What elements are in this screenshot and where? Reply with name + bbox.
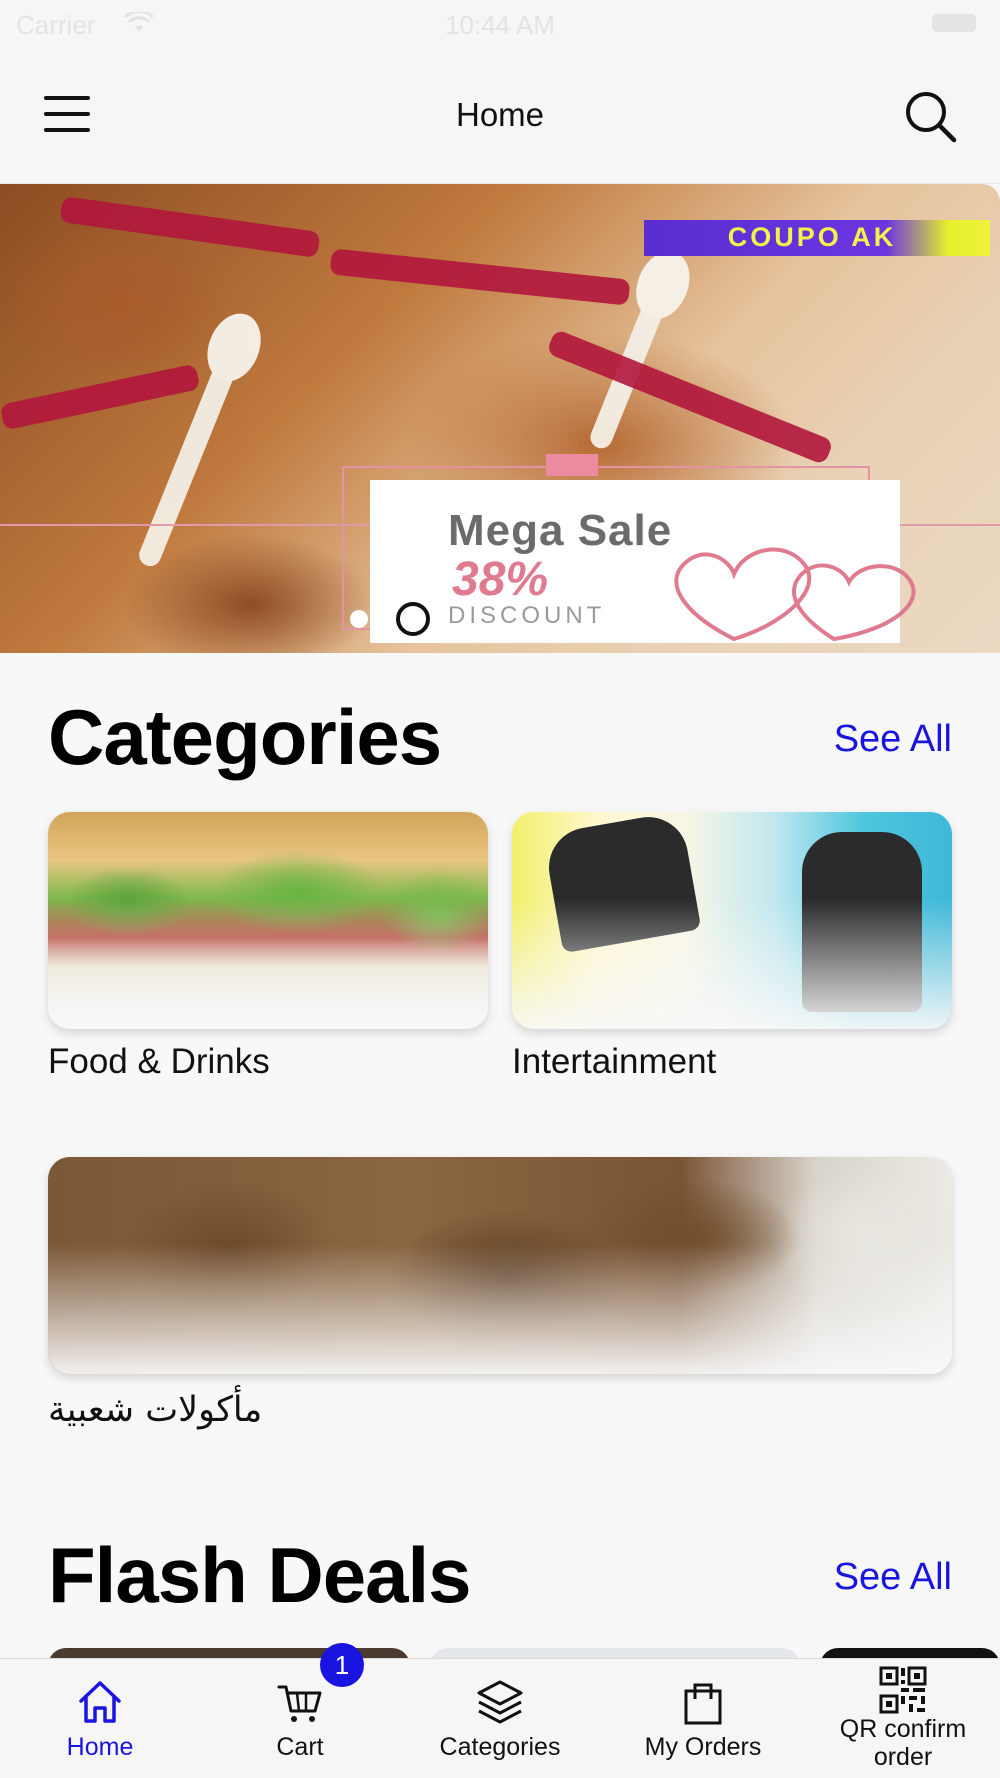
page-title: Home	[455, 96, 545, 133]
search-icon[interactable]	[902, 88, 960, 146]
sale-tab-decoration	[546, 454, 598, 476]
tab-qr-confirm-order[interactable]: QR confirm order	[806, 1659, 1000, 1778]
ribbon-graphic	[546, 328, 834, 466]
tab-label: My Orders	[644, 1733, 762, 1761]
category-label: Food & Drinks	[48, 1042, 270, 1081]
layers-icon	[477, 1680, 523, 1724]
ribbon-graphic	[0, 363, 201, 431]
shopping-bag-icon	[684, 1683, 722, 1725]
card-fade-overlay	[48, 898, 488, 1029]
tab-home[interactable]: Home	[0, 1659, 200, 1778]
qr-code-icon	[879, 1666, 927, 1714]
categories-see-all-link[interactable]: See All	[834, 718, 952, 761]
tab-categories[interactable]: Categories	[400, 1659, 600, 1778]
categories-title: Categories	[48, 693, 442, 781]
sale-discount-percent: 38%	[452, 553, 549, 606]
promo-banner[interactable]: COUPO AK Mega Sale 38% DISCOUNT	[0, 184, 1000, 653]
nav-bar: Home	[0, 50, 1000, 184]
tab-label: Categories	[439, 1733, 561, 1761]
ribbon-graphic	[59, 196, 321, 258]
home-screen: Carrier 10:44 AM Home COUPO AK Mega Sale…	[0, 0, 1000, 1778]
cart-badge: 1	[320, 1643, 364, 1687]
bottom-tab-bar: Home 1 Cart Categories My Orders QR conf…	[0, 1643, 1000, 1778]
ribbon-graphic	[329, 248, 631, 306]
carousel-dot[interactable]	[350, 610, 368, 628]
category-card-food-drinks[interactable]	[48, 812, 488, 1029]
hearts-graphic	[674, 547, 916, 642]
flash-deals-see-all-link[interactable]: See All	[834, 1556, 952, 1599]
flash-deals-title: Flash Deals	[48, 1531, 472, 1619]
category-label: Intertainment	[512, 1042, 717, 1081]
brand-logo: COUPO AK	[727, 222, 897, 252]
category-card-entertainment[interactable]	[512, 812, 952, 1029]
card-fade-overlay	[512, 898, 952, 1029]
battery-icon	[932, 14, 976, 32]
clock: 10:44 AM	[445, 10, 555, 40]
tab-label: QR confirm order	[839, 1715, 967, 1771]
tab-cart[interactable]: 1 Cart	[200, 1643, 400, 1778]
tab-my-orders[interactable]: My Orders	[600, 1659, 806, 1778]
cart-icon	[277, 1685, 322, 1722]
status-bar: Carrier 10:44 AM	[0, 0, 1000, 50]
tab-label: Home	[66, 1733, 134, 1761]
carousel-dot-active[interactable]	[396, 602, 430, 636]
tab-label: Cart	[276, 1733, 324, 1761]
card-fade-overlay	[48, 1243, 952, 1374]
home-icon	[79, 1681, 121, 1723]
category-card-popular-food[interactable]	[48, 1157, 952, 1374]
sale-headline: Mega Sale	[448, 506, 673, 555]
sale-discount-label: DISCOUNT	[448, 602, 606, 629]
category-label: مأكولات شعبية	[48, 1390, 263, 1430]
